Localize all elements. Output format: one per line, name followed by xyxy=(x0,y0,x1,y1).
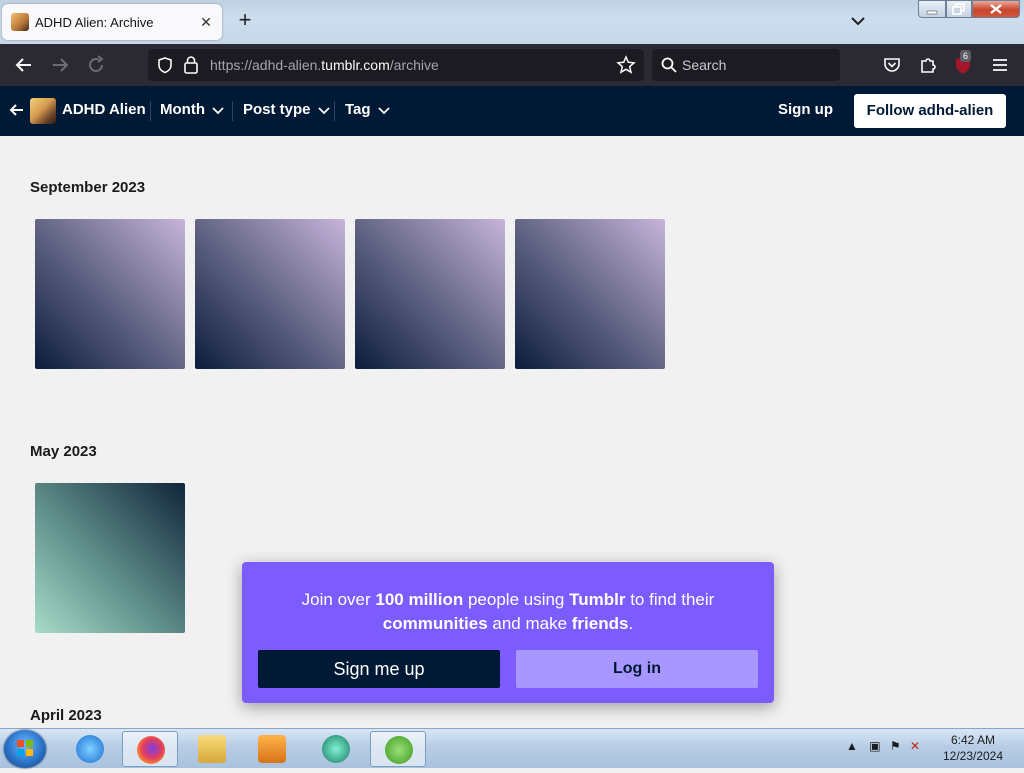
new-tab-button[interactable]: + xyxy=(234,9,256,32)
tumblr-archive-header: ADHD Alien Month Post type Tag Sign up F… xyxy=(0,86,1024,136)
tab-list-chevron-icon[interactable] xyxy=(846,10,870,32)
popup-text-bold: 100 million xyxy=(375,590,464,609)
month-heading: April 2023 xyxy=(30,707,102,724)
month-heading: May 2023 xyxy=(30,443,97,460)
show-hidden-icons-icon[interactable]: ▲ xyxy=(846,739,858,753)
window-minimize-button[interactable] xyxy=(918,0,946,18)
chevron-down-icon xyxy=(212,106,224,114)
filter-post-type-dropdown[interactable]: Post type xyxy=(243,101,331,118)
search-icon xyxy=(660,56,678,79)
tab-close-icon[interactable]: ✕ xyxy=(196,14,216,31)
start-button[interactable] xyxy=(4,730,46,768)
filter-tag-dropdown[interactable]: Tag xyxy=(345,101,391,118)
taskbar-utorrent[interactable] xyxy=(370,731,426,767)
taskbar-media-player[interactable] xyxy=(244,731,300,767)
filter-tag-label: Tag xyxy=(345,101,371,118)
browser-navbar: https://adhd-alien.tumblr.com/archive Se… xyxy=(0,44,1024,86)
taskbar-internet-explorer[interactable] xyxy=(62,731,118,767)
bookmark-star-icon[interactable] xyxy=(616,55,636,80)
filter-month-label: Month xyxy=(160,101,205,118)
post-thumbnail[interactable] xyxy=(195,219,345,369)
action-center-flag-icon[interactable]: ⚑ xyxy=(890,739,901,753)
search-bar[interactable]: Search xyxy=(652,49,840,81)
popup-message: Join over 100 million people using Tumbl… xyxy=(262,588,754,636)
browser-tab[interactable]: ADHD Alien: Archive ✕ xyxy=(2,4,222,40)
header-divider xyxy=(150,101,151,121)
blog-avatar[interactable] xyxy=(30,98,56,124)
url-prefix: https://adhd-alien. xyxy=(210,57,322,73)
filter-month-dropdown[interactable]: Month xyxy=(160,101,225,118)
forward-arrow-icon[interactable] xyxy=(48,53,72,77)
post-thumbnail[interactable] xyxy=(35,219,185,369)
tracking-protection-shield-icon[interactable] xyxy=(156,56,174,79)
firefox-icon xyxy=(137,736,165,764)
popup-text-bold: communities xyxy=(382,614,488,633)
post-thumbnail[interactable] xyxy=(35,483,185,633)
pocket-icon[interactable] xyxy=(882,55,902,80)
taskbar-app[interactable] xyxy=(308,731,364,767)
sign-up-link[interactable]: Sign up xyxy=(778,101,833,118)
clock-date: 12/23/2024 xyxy=(942,749,1004,763)
network-icon[interactable]: ▣ xyxy=(869,739,880,753)
header-divider xyxy=(232,101,233,121)
windows-taskbar: ▲ ▣ ⚑ ✕ 6:42 AM 12/23/2024 xyxy=(0,728,1024,768)
post-thumbnail[interactable] xyxy=(515,219,665,369)
window-close-button[interactable] xyxy=(972,0,1020,18)
browser-titlebar: ADHD Alien: Archive ✕ + xyxy=(0,0,1024,44)
popup-text-part: and make xyxy=(487,614,572,633)
header-divider xyxy=(334,101,335,121)
popup-text-bold: Tumblr xyxy=(569,590,626,609)
post-thumbnail[interactable] xyxy=(355,219,505,369)
app-icon xyxy=(322,735,350,763)
tumblr-favicon-icon xyxy=(11,13,29,31)
volume-muted-icon[interactable]: ✕ xyxy=(910,739,920,753)
window-restore-button[interactable] xyxy=(946,0,972,18)
search-input[interactable]: Search xyxy=(682,57,726,73)
taskbar-firefox[interactable] xyxy=(122,731,178,767)
media-player-icon xyxy=(258,735,286,763)
popup-text-part: to find their xyxy=(625,590,715,609)
url-bar[interactable]: https://adhd-alien.tumblr.com/archive xyxy=(148,49,644,81)
taskbar-clock[interactable]: 6:42 AM 12/23/2024 xyxy=(938,732,1008,764)
url-text[interactable]: https://adhd-alien.tumblr.com/archive xyxy=(210,57,439,73)
extension-badge: 6 xyxy=(960,50,972,62)
system-tray: ▲ ▣ ⚑ ✕ xyxy=(846,739,920,753)
blog-name[interactable]: ADHD Alien xyxy=(62,101,146,118)
folder-icon xyxy=(198,735,226,763)
signup-prompt-popup: Join over 100 million people using Tumbl… xyxy=(242,562,774,703)
internet-explorer-icon xyxy=(76,735,104,763)
chevron-down-icon xyxy=(377,106,390,114)
lock-icon[interactable] xyxy=(183,55,199,80)
extensions-puzzle-icon[interactable] xyxy=(918,54,940,81)
utorrent-icon xyxy=(385,736,413,764)
tab-title: ADHD Alien: Archive xyxy=(35,14,154,30)
back-arrow-icon[interactable] xyxy=(8,100,26,120)
url-path: /archive xyxy=(389,57,439,73)
taskbar-file-explorer[interactable] xyxy=(184,731,240,767)
log-in-button[interactable]: Log in xyxy=(516,650,758,688)
clock-time: 6:42 AM xyxy=(950,733,996,747)
follow-button[interactable]: Follow adhd-alien xyxy=(854,94,1006,128)
popup-text-bold: friends xyxy=(571,614,629,633)
popup-text-part: . xyxy=(628,614,634,633)
hamburger-menu-icon[interactable] xyxy=(990,55,1010,80)
sign-me-up-button[interactable]: Sign me up xyxy=(258,650,500,688)
popup-text-part: Join over xyxy=(301,590,376,609)
chevron-down-icon xyxy=(317,106,330,114)
popup-text-part: people using xyxy=(463,590,570,609)
url-host: tumblr.com xyxy=(321,57,390,73)
back-arrow-icon[interactable] xyxy=(12,53,36,77)
reload-icon[interactable] xyxy=(84,53,108,77)
month-heading: September 2023 xyxy=(30,179,146,196)
filter-post-type-label: Post type xyxy=(243,101,311,118)
